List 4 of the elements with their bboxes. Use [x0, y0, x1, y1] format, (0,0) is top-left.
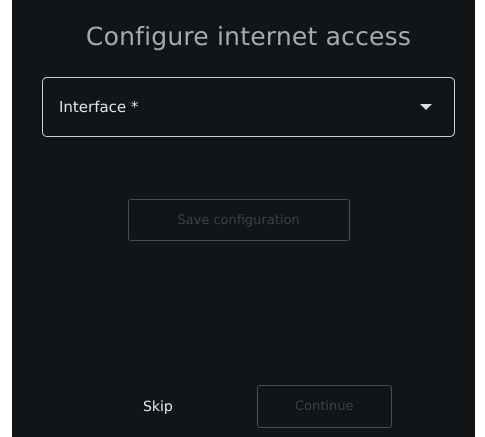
skip-button[interactable]: Skip	[137, 394, 179, 418]
interface-select[interactable]: Interface *	[42, 77, 455, 137]
dialog-title: Configure internet access	[84, 22, 412, 51]
caret-icon	[420, 104, 432, 110]
